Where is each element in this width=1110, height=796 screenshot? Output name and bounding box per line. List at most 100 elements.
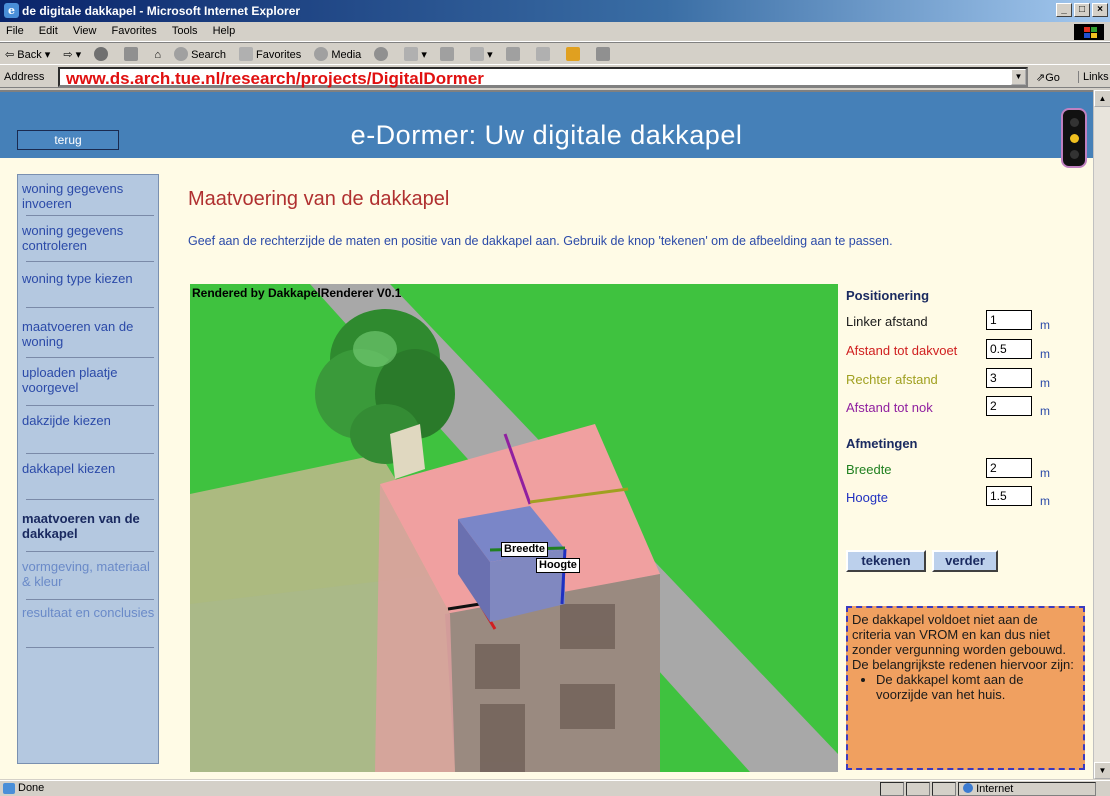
site-header: terug e-Dormer: Uw digitale dakkapel [0,92,1093,158]
sidebar-item-maatvoeren-woning[interactable]: maatvoeren van de woning [18,319,160,349]
status-cell [932,782,956,796]
sidebar-divider [26,215,154,216]
menu-help[interactable]: Help [207,22,242,37]
zone-cell: Internet [958,782,1096,796]
unit-label: m [1040,347,1050,361]
address-label: Address [4,71,45,83]
address-dropdown-icon[interactable]: ▼ [1011,69,1026,85]
chimney [390,424,425,479]
nok-distance-label: Afstand tot nok [846,400,933,415]
sidebar-divider [26,499,154,500]
status-bar: Done Internet [0,780,1110,796]
address-url: www.ds.arch.tue.nl/research/projects/Dig… [66,69,484,88]
home-icon: ⌂ [154,49,162,61]
dimensions-title: Afmetingen [846,436,918,451]
back-button[interactable]: ⇦ Back ▾ [0,44,55,61]
left-distance-input[interactable] [986,310,1032,330]
instruction-text: Geef aan de rechterzijde de maten en pos… [188,234,893,248]
sidebar-item-maatvoeren-dakkapel[interactable]: maatvoeren van de dakkapel [18,511,160,541]
menu-favorites[interactable]: Favorites [106,22,163,37]
discuss-button[interactable] [501,43,528,61]
left-distance-row: Linker afstand m [846,310,1086,332]
forward-button[interactable]: ⇨ ▾ [58,44,86,61]
dormer-3d-render: Rendered by DakkapelRenderer V0.1 Breedt… [190,284,838,772]
sidebar-divider [26,551,154,552]
stop-icon [94,47,109,61]
favorites-label: Favorites [256,49,302,61]
draw-button[interactable]: tekenen [846,550,926,572]
vertical-scrollbar[interactable]: ▲ ▼ [1093,90,1110,779]
sidebar-item-vormgeving: vormgeving, materiaal & kleur [22,559,150,589]
vrom-warning-box: De dakkapel voldoet niet aan de criteria… [846,606,1085,770]
width-input[interactable] [986,458,1032,478]
unit-label: m [1040,318,1050,332]
tree-highlight [353,331,397,367]
status-text: Done [18,782,45,794]
menu-edit[interactable]: Edit [33,22,64,37]
window-controls: _ □ × [1056,3,1108,17]
left-distance-label: Linker afstand [846,314,928,329]
edit-button[interactable]: ▾ [465,43,498,61]
sidebar-divider [26,307,154,308]
go-label: Go [1045,72,1060,84]
minimize-button[interactable]: _ [1056,3,1072,17]
go-button[interactable]: ⇗Go [1036,71,1060,84]
messenger-button[interactable] [561,43,588,61]
nok-distance-input[interactable] [986,396,1032,416]
research-button[interactable] [531,43,558,61]
traffic-light-icon [1061,108,1087,168]
sidebar-item-woning-gegevens-invoeren[interactable]: woning gegevens invoeren [18,181,160,211]
stop-button[interactable] [89,43,116,61]
sidebar-item-uploaden-plaatje[interactable]: uploaden plaatje voorgevel [18,365,160,395]
extra-icon [595,47,610,61]
height-input[interactable] [986,486,1032,506]
home-button[interactable]: ⌂ [149,45,166,61]
search-label: Search [191,49,226,61]
menu-tools[interactable]: Tools [166,22,204,37]
window-title: de digitale dakkapel - Microsoft Interne… [22,4,301,18]
maximize-button[interactable]: □ [1074,3,1090,17]
page-title: Maatvoering van de dakkapel [188,188,450,210]
links-button[interactable]: Links [1078,71,1109,83]
sidebar-item-woning-type-kiezen[interactable]: woning type kiezen [18,271,160,286]
research-icon [535,47,550,61]
scroll-down-icon[interactable]: ▼ [1094,762,1110,779]
unit-label: m [1040,376,1050,390]
scroll-up-icon[interactable]: ▲ [1094,90,1110,107]
edit-icon [470,47,485,61]
ie-icon: e [4,3,19,18]
sidebar-divider [26,405,154,406]
sidebar-item-dakzijde-kiezen[interactable]: dakzijde kiezen [18,413,160,428]
next-button[interactable]: verder [932,550,998,572]
history-button[interactable] [369,43,396,61]
render-caption: Rendered by DakkapelRenderer V0.1 [192,286,402,300]
print-icon [440,47,455,61]
page-icon [3,783,15,794]
right-distance-label: Rechter afstand [846,372,938,387]
sidebar-item-woning-gegevens-controleren[interactable]: woning gegevens controleren [18,223,160,253]
dakvoet-distance-input[interactable] [986,339,1032,359]
sidebar-item-resultaat: resultaat en conclusies [22,605,155,620]
sidebar-nav: woning gegevens invoeren woning gegevens… [17,174,159,764]
media-button[interactable]: Media [309,43,366,61]
go-arrow-icon: ⇗ [1036,72,1046,84]
extra-button[interactable] [591,43,618,61]
unit-label: m [1040,494,1050,508]
close-button[interactable]: × [1092,3,1108,17]
messenger-icon [565,47,580,61]
nok-distance-row: Afstand tot nok m [846,396,1086,418]
mail-button[interactable]: ▾ [399,43,432,61]
dakvoet-distance-row: Afstand tot dakvoet m [846,339,1086,361]
back-arrow-icon: ⇦ [5,49,15,61]
menu-file[interactable]: File [0,22,30,37]
favorites-button[interactable]: Favorites [234,43,306,61]
search-button[interactable]: Search [169,43,231,61]
address-input[interactable]: www.ds.arch.tue.nl/research/projects/Dig… [58,67,1028,88]
refresh-button[interactable] [119,43,146,61]
status-cell [880,782,904,796]
menu-view[interactable]: View [67,22,103,37]
right-distance-input[interactable] [986,368,1032,388]
status-cell [906,782,930,796]
sidebar-item-dakkapel-kiezen[interactable]: dakkapel kiezen [18,461,160,476]
print-button[interactable] [435,43,462,61]
